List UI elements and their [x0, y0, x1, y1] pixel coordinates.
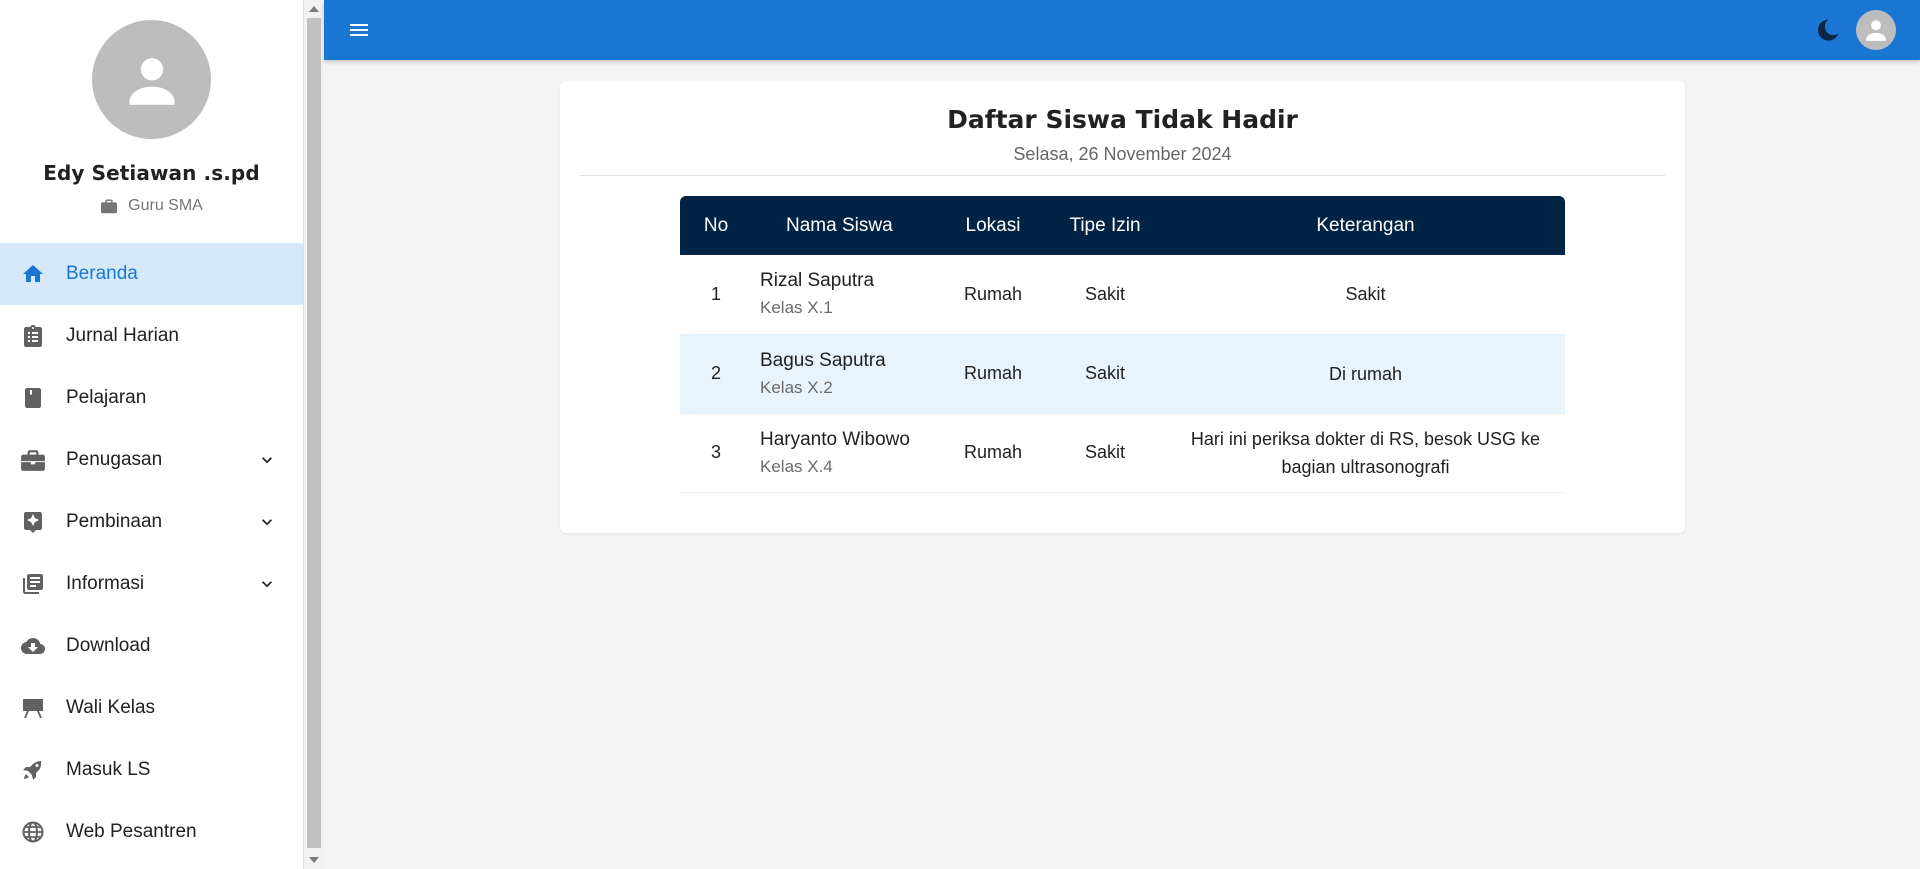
table-row: 3 Haryanto Wibowo Kelas X.4 Rumah Sakit … [680, 413, 1565, 493]
absence-table: No Nama Siswa Lokasi Tipe Izin Keteranga… [680, 196, 1565, 493]
student-name: Rizal Saputra [760, 270, 875, 292]
chevron-down-icon[interactable] [255, 510, 279, 534]
sidebar-item-label: Wali Kelas [66, 697, 156, 718]
student-name: Bagus Saputra [760, 349, 886, 371]
table-header-row: No Nama Siswa Lokasi Tipe Izin Keteranga… [680, 196, 1565, 255]
book-icon [20, 385, 46, 411]
sidebar-item-label: Pembinaan [66, 511, 163, 532]
rocket-icon [20, 757, 46, 783]
sidebar-nav: Beranda Jurnal Harian Pelajaran Penugasa… [0, 243, 303, 863]
column-header-no: No [703, 214, 729, 236]
star-badge-icon [20, 509, 46, 535]
profile-avatar [92, 20, 211, 139]
clipboard-icon [20, 323, 46, 349]
moon-icon[interactable] [1814, 16, 1842, 44]
column-header-tipe-izin: Tipe Izin [1069, 214, 1141, 236]
sidebar-item-download[interactable]: Download [0, 615, 303, 677]
scroll-thumb[interactable] [307, 18, 321, 848]
hamburger-icon[interactable] [346, 18, 372, 42]
cell-keterangan: Di rumah [1166, 334, 1565, 414]
cell-no: 1 [680, 255, 752, 335]
page-date: Selasa, 26 November 2024 [1013, 144, 1232, 164]
sidebar-item-label: Web Pesantren [66, 821, 197, 842]
profile-name: Edy Setiawan .s.pd [43, 161, 260, 185]
absence-table-wrapper: No Nama Siswa Lokasi Tipe Izin Keteranga… [680, 196, 1565, 493]
sidebar-item-wali-kelas[interactable]: Wali Kelas [0, 677, 303, 739]
cell-tipe-izin: Sakit [1044, 255, 1166, 335]
chevron-down-icon[interactable] [255, 572, 279, 596]
cell-tipe-izin: Sakit [1044, 334, 1166, 414]
page-title: Daftar Siswa Tidak Hadir [947, 105, 1298, 134]
cell-student: Haryanto Wibowo Kelas X.4 [752, 413, 942, 493]
sidebar-item-label: Beranda [66, 263, 138, 284]
sidebar-item-label: Pelajaran [66, 387, 147, 408]
sidebar-item-beranda[interactable]: Beranda [0, 243, 303, 305]
user-silhouette-icon [128, 57, 175, 105]
top-app-bar [324, 0, 1920, 60]
easel-icon [20, 695, 46, 721]
user-avatar-icon[interactable] [1856, 10, 1896, 50]
table-row: 1 Rizal Saputra Kelas X.1 Rumah Sakit Sa… [680, 255, 1565, 335]
student-class: Kelas X.1 [760, 298, 833, 318]
cell-student: Rizal Saputra Kelas X.1 [752, 255, 942, 335]
briefcase-icon [20, 447, 46, 473]
cell-tipe-izin: Sakit [1044, 413, 1166, 493]
sidebar-item-jurnal-harian[interactable]: Jurnal Harian [0, 305, 303, 367]
cell-keterangan: Sakit [1166, 255, 1565, 335]
scroll-up-arrow[interactable] [309, 6, 319, 12]
cell-lokasi: Rumah [942, 413, 1044, 493]
home-icon [20, 261, 46, 287]
sidebar-item-label: Jurnal Harian [66, 325, 179, 346]
column-header-nama-siswa: Nama Siswa [786, 214, 893, 236]
newspaper-icon [20, 571, 46, 597]
column-header-lokasi: Lokasi [965, 214, 1021, 236]
sidebar-item-pelajaran[interactable]: Pelajaran [0, 367, 303, 429]
title-divider [580, 175, 1665, 176]
cell-lokasi: Rumah [942, 334, 1044, 414]
globe-icon [20, 819, 46, 845]
chevron-down-icon[interactable] [255, 448, 279, 472]
table-row: 2 Bagus Saputra Kelas X.2 Rumah Sakit Di… [680, 334, 1565, 414]
cell-no: 2 [680, 334, 752, 414]
profile-section: Edy Setiawan .s.pd Guru SMA [0, 0, 303, 243]
scroll-down-arrow[interactable] [309, 857, 319, 863]
sidebar-item-label: Penugasan [66, 449, 163, 470]
sidebar-item-informasi[interactable]: Informasi [0, 553, 303, 615]
sidebar-item-label: Download [66, 635, 151, 656]
sidebar-item-label: Masuk LS [66, 759, 151, 780]
sidebar-scrollbar[interactable] [303, 0, 324, 869]
student-name: Haryanto Wibowo [760, 428, 910, 450]
cloud-download-icon [20, 633, 46, 659]
profile-role: Guru SMA [100, 197, 203, 215]
sidebar-item-label: Informasi [66, 573, 145, 594]
cell-keterangan: Hari ini periksa dokter di RS, besok USG… [1166, 413, 1565, 493]
sidebar: Edy Setiawan .s.pd Guru SMA Beranda Jurn… [0, 0, 303, 869]
cell-student: Bagus Saputra Kelas X.2 [752, 334, 942, 414]
sidebar-item-pembinaan[interactable]: Pembinaan [0, 491, 303, 553]
app-root: Edy Setiawan .s.pd Guru SMA Beranda Jurn… [0, 0, 1920, 869]
cell-lokasi: Rumah [942, 255, 1044, 335]
student-class: Kelas X.2 [760, 377, 833, 397]
student-class: Kelas X.4 [760, 456, 833, 476]
sidebar-item-masuk-ls[interactable]: Masuk LS [0, 739, 303, 801]
briefcase-small-icon [101, 199, 118, 214]
absent-students-card: Daftar Siswa Tidak Hadir Selasa, 26 Nove… [560, 81, 1685, 533]
profile-role-label: Guru SMA [128, 197, 203, 214]
column-header-keterangan: Keterangan [1316, 214, 1415, 236]
cell-no: 3 [680, 413, 752, 493]
sidebar-item-penugasan[interactable]: Penugasan [0, 429, 303, 491]
sidebar-item-web-pesantren[interactable]: Web Pesantren [0, 801, 303, 863]
